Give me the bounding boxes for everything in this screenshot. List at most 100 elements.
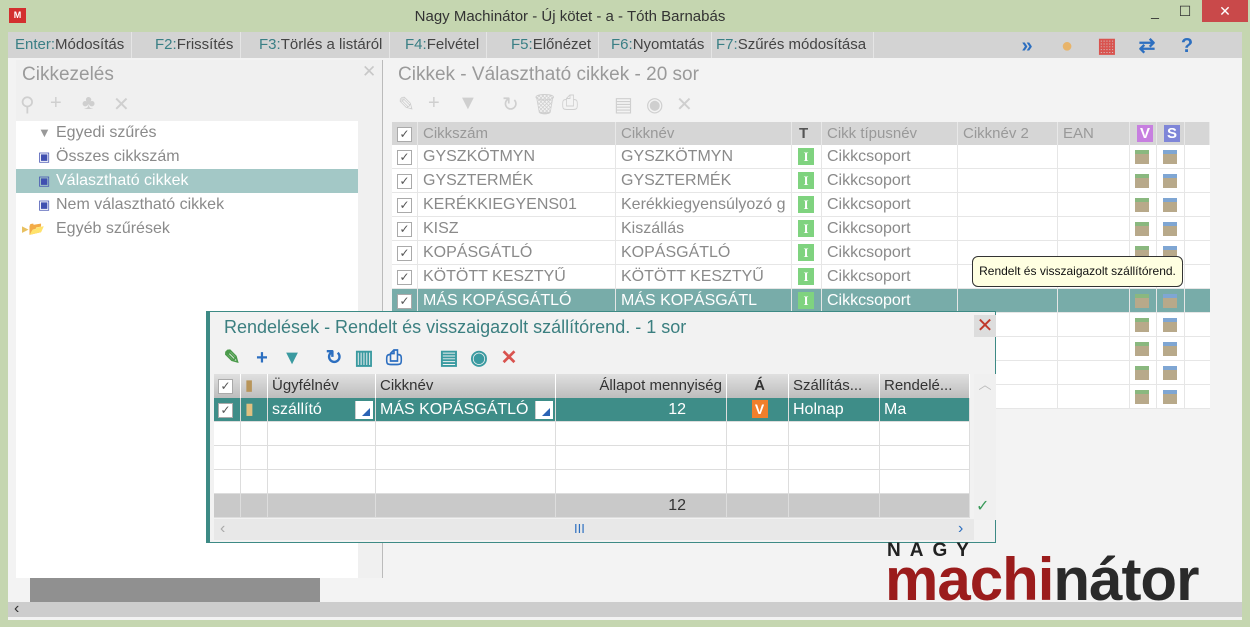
package-icon[interactable]: [1163, 294, 1177, 308]
swap-icon[interactable]: ⇄: [1134, 35, 1160, 57]
package-icon[interactable]: [1135, 342, 1149, 356]
column-header[interactable]: Cikknév 2: [958, 122, 1058, 145]
lookup-dropdown-button[interactable]: [355, 401, 373, 419]
package-icon[interactable]: [1135, 174, 1149, 188]
column-header[interactable]: Cikknév: [616, 122, 792, 145]
package-icon[interactable]: [1163, 198, 1177, 212]
maximize-button[interactable]: ☐: [1170, 0, 1200, 22]
search-icon[interactable]: ⚲: [20, 92, 35, 117]
package-icon[interactable]: [1163, 150, 1177, 164]
toolbar-button-5[interactable]: F6:Nyomtatás: [604, 32, 713, 58]
unpin-icon[interactable]: ✕: [113, 92, 130, 117]
tree-item[interactable]: ▣ Választható cikkek: [16, 169, 358, 193]
column-header[interactable]: EAN: [1058, 122, 1130, 145]
column-header[interactable]: Állapot mennyiség: [556, 374, 727, 398]
column-header[interactable]: Szállítás...: [789, 374, 880, 398]
tree-item[interactable]: ▼ Egyedi szűrés: [16, 121, 358, 145]
column-header[interactable]: Ügyfélnév: [268, 374, 376, 398]
toolbar-button-3[interactable]: F4:Felvétel: [398, 32, 488, 58]
cell-s[interactable]: [1157, 289, 1185, 313]
checkbox[interactable]: ✓: [397, 127, 412, 142]
add-icon[interactable]: +: [428, 92, 440, 115]
package-icon[interactable]: [1163, 222, 1177, 236]
checkbox[interactable]: ✓: [397, 198, 412, 213]
checkbox[interactable]: ✓: [397, 294, 412, 309]
column-header[interactable]: Á: [727, 374, 789, 398]
toolbar-button-0[interactable]: Enter:Módosítás: [8, 32, 133, 58]
lookup-dropdown-button[interactable]: [535, 401, 553, 419]
column-header[interactable]: T: [792, 122, 822, 145]
cell-v[interactable]: [1130, 169, 1157, 193]
package-icon[interactable]: [1163, 366, 1177, 380]
cell-s[interactable]: [1157, 361, 1185, 385]
unpin-icon[interactable]: ✕: [676, 92, 693, 117]
scroll-left-icon[interactable]: ‹: [220, 520, 225, 538]
package-icon[interactable]: [1135, 318, 1149, 332]
toolbar-button-1[interactable]: F2:Frissítés: [148, 32, 242, 58]
horizontal-scrollbar[interactable]: ‹ III ›: [214, 519, 974, 540]
row-check-cell[interactable]: ✓: [392, 169, 418, 193]
column-header[interactable]: V: [1130, 122, 1157, 145]
package-icon[interactable]: [1135, 150, 1149, 164]
row-check-cell[interactable]: ✓: [392, 193, 418, 217]
column-header[interactable]: Cikknév: [376, 374, 556, 398]
row-check-cell[interactable]: ✓: [392, 265, 418, 289]
cell-v[interactable]: [1130, 385, 1157, 409]
row-check-cell[interactable]: ✓: [392, 145, 418, 169]
tree-item[interactable]: ▸📂 Egyéb szűrések: [16, 217, 358, 241]
scroll-right-icon[interactable]: ›: [958, 520, 963, 538]
cell-v[interactable]: [1130, 337, 1157, 361]
checkbox[interactable]: ✓: [397, 174, 412, 189]
left-panel-close-icon[interactable]: ✕: [362, 62, 376, 82]
tree-icon[interactable]: ♣: [82, 92, 95, 115]
main-horizontal-scrollbar[interactable]: ‹: [8, 600, 1242, 618]
cell-v[interactable]: [1130, 361, 1157, 385]
cell-s[interactable]: [1157, 193, 1185, 217]
select-all-header[interactable]: ✓: [392, 122, 418, 145]
user-icon[interactable]: ●: [1054, 35, 1080, 57]
package-icon[interactable]: [1135, 198, 1149, 212]
cell-v[interactable]: [1130, 145, 1157, 169]
minimize-button[interactable]: _: [1140, 0, 1170, 22]
cell-v[interactable]: [1130, 193, 1157, 217]
close-button[interactable]: ✕: [1202, 0, 1248, 22]
toolbar-button-2[interactable]: F3:Törlés a listáról: [252, 32, 391, 58]
cell-s[interactable]: [1157, 337, 1185, 361]
confirm-check-icon[interactable]: ✓: [976, 496, 989, 516]
select-icon[interactable]: ▤: [614, 92, 633, 117]
tree-item[interactable]: ▣ Összes cikkszám: [16, 145, 358, 169]
column-header[interactable]: Rendelé...: [880, 374, 970, 398]
delete-icon[interactable]: 🗑: [532, 92, 557, 117]
row-check-cell[interactable]: ✓: [392, 289, 418, 313]
view-icon[interactable]: ◉: [646, 92, 663, 117]
package-icon[interactable]: [1163, 318, 1177, 332]
cell-s[interactable]: [1157, 145, 1185, 169]
double-chevron-icon[interactable]: »: [1014, 35, 1040, 57]
checkbox[interactable]: ✓: [397, 150, 412, 165]
tiles-icon[interactable]: ▦: [1094, 35, 1120, 57]
checkbox[interactable]: ✓: [218, 403, 233, 418]
column-header[interactable]: Cikkszám: [418, 122, 616, 145]
checkbox[interactable]: ✓: [218, 379, 233, 394]
package-icon[interactable]: [1135, 390, 1149, 404]
column-header[interactable]: Cikk típusnév: [822, 122, 958, 145]
row-check-cell[interactable]: ✓: [392, 241, 418, 265]
edit-icon[interactable]: ✎: [398, 92, 415, 117]
cell-v[interactable]: [1130, 313, 1157, 337]
toolbar-button-6[interactable]: F7:Szűrés módosítása: [709, 32, 875, 58]
package-icon[interactable]: [1163, 390, 1177, 404]
scroll-left-icon[interactable]: ‹: [14, 600, 19, 618]
package-icon[interactable]: [1135, 222, 1149, 236]
help-icon[interactable]: ?: [1174, 35, 1200, 57]
package-icon[interactable]: [1163, 174, 1177, 188]
cell-s[interactable]: [1157, 169, 1185, 193]
cell-v[interactable]: [1130, 289, 1157, 313]
cell-s[interactable]: [1157, 385, 1185, 409]
package-icon[interactable]: [1135, 366, 1149, 380]
select-all-header[interactable]: ✓: [214, 374, 241, 398]
toolbar-button-4[interactable]: F5:Előnézet: [504, 32, 600, 58]
row-check-cell[interactable]: ✓: [392, 217, 418, 241]
print-icon[interactable]: ⎙: [562, 92, 578, 115]
column-header[interactable]: S: [1157, 122, 1185, 145]
checkbox[interactable]: ✓: [397, 270, 412, 285]
